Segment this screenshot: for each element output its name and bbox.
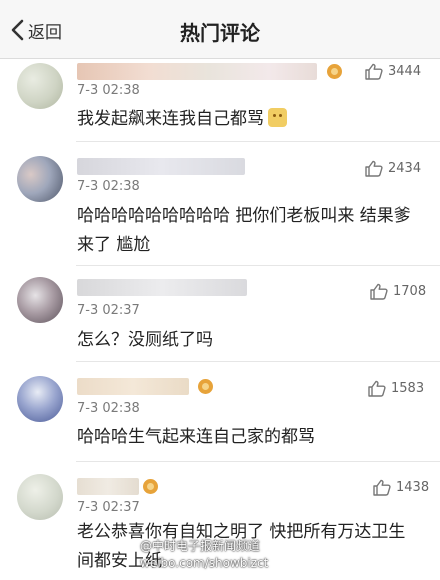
vip-badge-icon	[327, 64, 342, 79]
username-blurred[interactable]	[77, 63, 317, 80]
username-blurred[interactable]	[77, 279, 247, 296]
thumbs-up-icon	[365, 63, 383, 80]
comment-text-body: 我发起飙来连我自己都骂	[77, 109, 264, 129]
comment-item: 7-3 02:37 1708 怎么？没厕纸了吗	[0, 266, 440, 362]
username-blurred[interactable]	[77, 378, 189, 395]
like-button[interactable]: 1438	[373, 479, 429, 496]
thumbs-up-icon	[368, 380, 386, 397]
like-count: 2434	[388, 161, 422, 176]
like-count: 3444	[388, 64, 422, 79]
watermark-line-2: weibo.com/showbizct	[140, 556, 269, 570]
thumbs-up-icon	[365, 160, 383, 177]
comment-text: 我发起飙来连我自己都骂	[77, 105, 417, 134]
watermark-line-1: @中时电子报新闻频道	[140, 539, 261, 553]
nav-bar: 返回 热门评论	[0, 0, 440, 59]
like-count: 1583	[391, 381, 425, 396]
avatar[interactable]	[17, 474, 63, 520]
avatar[interactable]	[17, 63, 63, 109]
like-count: 1708	[393, 284, 427, 299]
avatar[interactable]	[17, 277, 63, 323]
thumbs-up-icon	[370, 283, 388, 300]
page-title: 热门评论	[180, 21, 260, 45]
comment-item: 7-3 02:38 3444 我发起飙来连我自己都骂	[0, 59, 440, 142]
vip-badge-icon	[143, 479, 158, 494]
avatar[interactable]	[17, 156, 63, 202]
comment-item: 7-3 02:38 1583 哈哈哈生气起来连自己家的都骂	[0, 362, 440, 462]
comment-time: 7-3 02:37	[77, 303, 140, 318]
comment-text: 哈哈哈哈哈哈哈哈哈 把你们老板叫来 结果爹来了 尴尬	[77, 206, 411, 255]
comment-time: 7-3 02:38	[77, 179, 140, 194]
username-blurred[interactable]	[77, 478, 139, 495]
like-button[interactable]: 3444	[365, 63, 421, 80]
like-button[interactable]: 2434	[365, 160, 421, 177]
like-button[interactable]: 1583	[368, 380, 424, 397]
comment-time: 7-3 02:38	[77, 83, 140, 98]
comment-text: 哈哈哈生气起来连自己家的都骂	[77, 427, 315, 447]
doge-emoji-icon	[268, 108, 287, 127]
comment-text: 怎么？没厕纸了吗	[77, 330, 213, 350]
like-button[interactable]: 1708	[370, 283, 426, 300]
thumbs-up-icon	[373, 479, 391, 496]
like-count: 1438	[396, 480, 430, 495]
comment-time: 7-3 02:37	[77, 500, 140, 515]
vip-badge-icon	[198, 379, 213, 394]
watermark: @中时电子报新闻频道 weibo.com/showbizct	[140, 538, 440, 572]
avatar[interactable]	[17, 376, 63, 422]
username-blurred[interactable]	[77, 158, 245, 175]
comment-item: 7-3 02:38 2434 哈哈哈哈哈哈哈哈哈 把你们老板叫来 结果爹来了 尴…	[0, 142, 440, 266]
comment-time: 7-3 02:38	[77, 401, 140, 416]
